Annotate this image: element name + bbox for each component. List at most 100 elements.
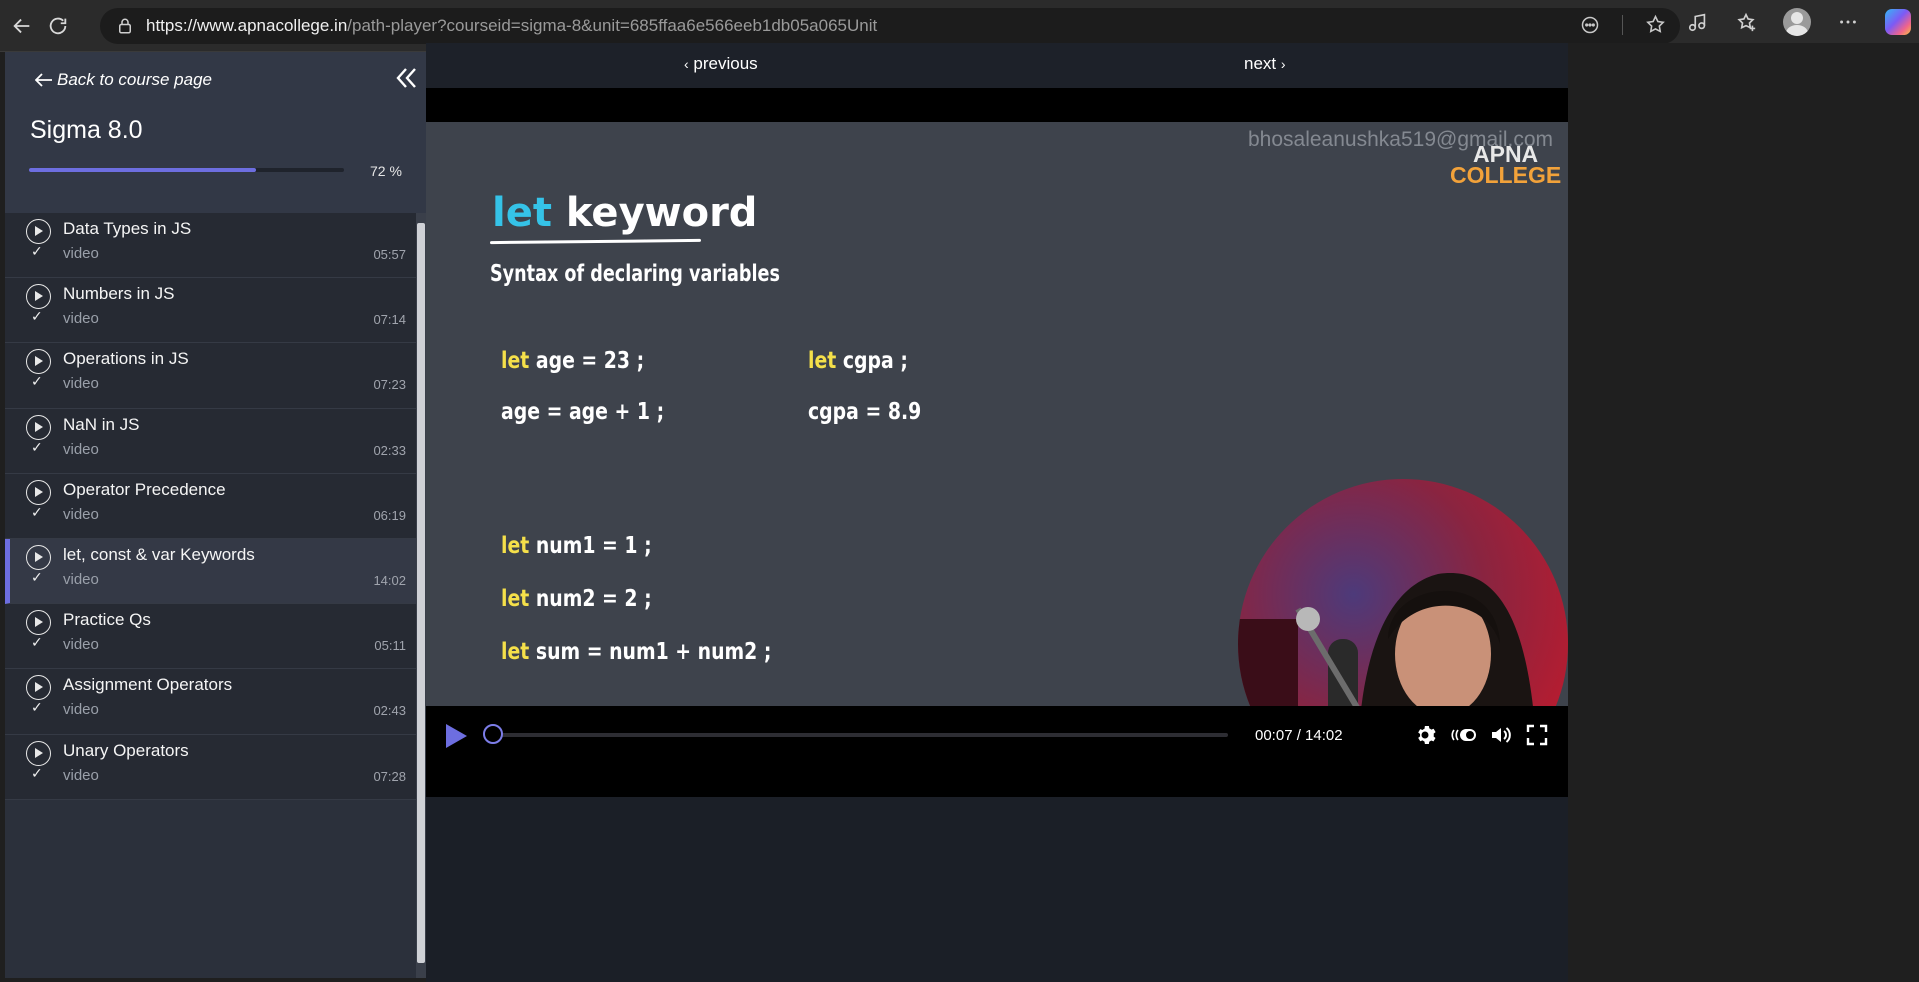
code-line: let sum = num1 + num2 ;: [501, 639, 772, 665]
lesson-duration: 05:57: [373, 247, 406, 262]
separator: [1622, 14, 1623, 35]
lesson-item[interactable]: ✓ Data Types in JS video 05:57: [5, 213, 416, 279]
previous-button[interactable]: ‹ previous: [684, 54, 758, 74]
lesson-type: video: [63, 766, 99, 784]
lesson-title: Operator Precedence: [63, 479, 226, 499]
checkmark-icon: ✓: [31, 373, 43, 390]
lesson-duration: 07:14: [373, 312, 406, 328]
course-sidebar: Back to course page Sigma 8.0 72 % ✓ Data…: [5, 52, 426, 978]
lesson-type: video: [63, 375, 99, 393]
copilot-icon[interactable]: [1885, 9, 1911, 35]
code-line: let num2 = 2 ;: [501, 586, 652, 612]
lesson-duration: 05:11: [374, 638, 406, 654]
profile-avatar[interactable]: [1783, 8, 1811, 36]
checkmark-icon: ✓: [31, 438, 43, 455]
play-circle-icon: [26, 610, 51, 636]
back-arrow-icon[interactable]: [2, 6, 42, 46]
favorite-star-icon[interactable]: [1645, 14, 1666, 35]
lesson-type: video: [63, 440, 99, 458]
video-frame[interactable]: bhosaleanushka519@gmail.com APNA COLLEGE…: [426, 122, 1568, 706]
lesson-duration: 07:23: [373, 377, 406, 393]
read-aloud-icon[interactable]: [1580, 15, 1600, 35]
volume-icon[interactable]: [1489, 723, 1513, 747]
lesson-type: video: [63, 245, 99, 262]
arrow-left-icon: [35, 73, 52, 87]
code-line: cgpa = 8.9: [808, 399, 922, 425]
course-title: Sigma 8.0: [30, 116, 143, 144]
apna-college-logo: APNA COLLEGE: [1450, 141, 1562, 188]
seek-bar[interactable]: [492, 733, 1228, 737]
video-controls: 00:07 / 14:02: [426, 706, 1568, 797]
course-progress-bar: [29, 168, 344, 172]
checkmark-icon: ✓: [31, 243, 43, 259]
speed-toggle-icon[interactable]: [1450, 723, 1478, 747]
presenter-webcam: [1238, 479, 1568, 706]
lesson-type: video: [63, 701, 99, 719]
lesson-list-scrollbar[interactable]: [416, 213, 426, 978]
lesson-title: Data Types in JS: [63, 219, 192, 238]
site-info-icon[interactable]: [116, 17, 134, 35]
lesson-title: Practice Qs: [63, 610, 151, 630]
play-circle-icon: [26, 284, 51, 310]
scrollbar-thumb[interactable]: [417, 223, 425, 963]
play-circle-icon: [26, 544, 51, 570]
lesson-type: video: [63, 570, 99, 588]
chevron-right-icon: ›: [1280, 56, 1286, 72]
reload-icon[interactable]: [38, 6, 78, 46]
lesson-item[interactable]: ✓ Assignment Operators video 02:43: [5, 669, 416, 735]
lesson-item[interactable]: ✓ Practice Qs video 05:11: [5, 604, 416, 670]
play-circle-icon: [26, 675, 51, 701]
lesson-type: video: [63, 310, 99, 328]
video-letterbox: [426, 88, 1568, 122]
checkmark-icon: ✓: [31, 503, 43, 520]
lesson-type: video: [63, 636, 99, 654]
more-options-icon[interactable]: [1837, 11, 1859, 33]
lesson-title: let, const & var Keywords: [63, 544, 255, 564]
lesson-list: ✓ Data Types in JS video 05:57 ✓ Numbers in J…: [5, 213, 416, 978]
course-progress-fill: [29, 168, 256, 172]
back-to-course-link[interactable]: Back to course page: [35, 70, 212, 90]
fullscreen-icon[interactable]: [1525, 723, 1549, 747]
player-bottom-area: [426, 797, 1568, 982]
lesson-title: Operations in JS: [63, 349, 189, 369]
lesson-title: Unary Operators: [63, 740, 189, 760]
next-label: next: [1244, 54, 1277, 73]
play-circle-icon: [26, 349, 51, 375]
lesson-duration: 07:28: [373, 768, 406, 784]
play-icon[interactable]: [444, 723, 468, 749]
play-circle-icon: [26, 740, 51, 766]
address-bar[interactable]: https://www.apnacollege.in/path-player?c…: [100, 8, 1680, 44]
time-display: 00:07 / 14:02: [1255, 727, 1343, 744]
lesson-item[interactable]: ✓ let, const & var Keywords video 14:02: [5, 538, 416, 605]
title-underline: [489, 238, 702, 245]
lesson-item[interactable]: ✓ Numbers in JS video 07:14: [5, 278, 416, 344]
chevron-left-icon: ‹: [684, 56, 689, 72]
back-link-label: Back to course page: [57, 70, 212, 89]
play-circle-icon: [26, 414, 51, 440]
favorites-icon[interactable]: [1735, 11, 1757, 33]
seek-handle[interactable]: [483, 724, 503, 744]
lesson-duration: 02:43: [373, 703, 406, 719]
page-right-margin: [1568, 43, 1919, 982]
slide-subtitle: Syntax of declaring variables: [490, 261, 780, 287]
checkmark-icon: ✓: [31, 634, 43, 651]
extensions-icon[interactable]: [1687, 11, 1709, 33]
lesson-item[interactable]: ✓ Operations in JS video 07:23: [5, 343, 416, 409]
lesson-title: Assignment Operators: [63, 675, 233, 695]
play-circle-icon: [26, 479, 51, 505]
lesson-duration: 14:02: [373, 572, 406, 588]
lesson-item[interactable]: ✓ Operator Precedence video 06:19: [5, 473, 416, 539]
slide-title: let keyword: [492, 190, 758, 236]
lesson-title: NaN in JS: [63, 414, 140, 434]
code-line: let num1 = 1 ;: [501, 533, 652, 559]
checkmark-icon: ✓: [31, 568, 43, 585]
course-progress-percent: 72 %: [370, 163, 402, 179]
code-line: let age = 23 ;: [501, 348, 645, 374]
settings-gear-icon[interactable]: [1413, 723, 1437, 747]
lesson-item[interactable]: ✓ Unary Operators video 07:28: [5, 734, 416, 800]
code-line: let cgpa ;: [808, 348, 908, 374]
lesson-item[interactable]: ✓ NaN in JS video 02:33: [5, 408, 416, 474]
checkmark-icon: ✓: [31, 764, 43, 781]
collapse-sidebar-icon[interactable]: [393, 65, 419, 91]
next-button[interactable]: next ›: [1244, 54, 1286, 74]
